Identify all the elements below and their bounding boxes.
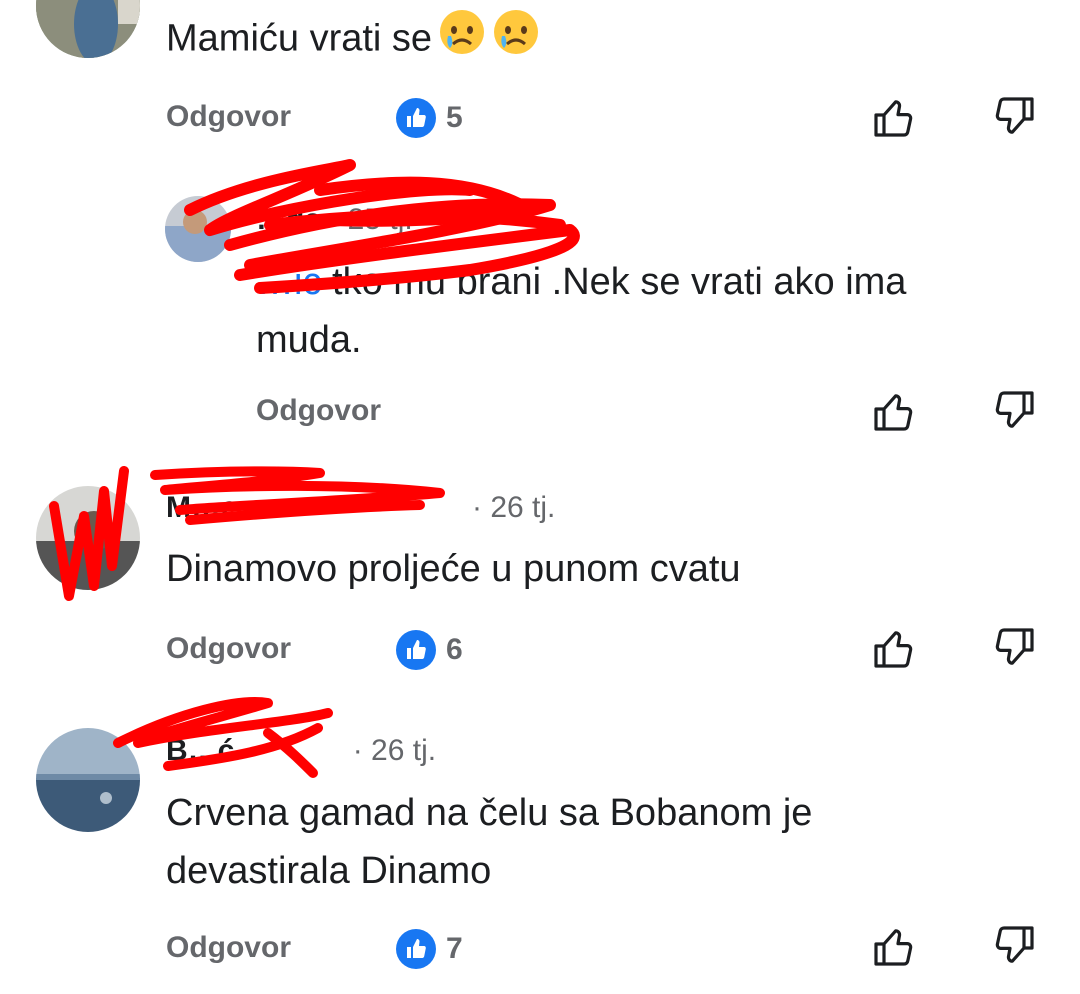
avatar[interactable] <box>165 196 231 262</box>
comment-text: Crvena gamad na čelu sa Bobanom je devas… <box>166 792 813 892</box>
reply-button[interactable]: Odgovor <box>166 931 291 965</box>
reply-button[interactable]: Odgovor <box>256 394 381 428</box>
like-count[interactable]: 7 <box>396 929 463 969</box>
thumbs-down-icon[interactable] <box>992 626 1036 670</box>
author-name[interactable]: …da <box>256 203 321 236</box>
thumbs-down-icon[interactable] <box>992 389 1036 433</box>
thumbs-up-icon[interactable] <box>872 626 916 670</box>
like-count[interactable]: 5 <box>396 98 463 138</box>
thumbs-up-icon[interactable] <box>872 924 916 968</box>
comment-text: Dinamovo proljeće u punom cvatu <box>166 548 741 590</box>
timestamp: · 25 tj. <box>329 203 413 236</box>
comment-meta: B…ć · 26 tj. <box>166 734 436 768</box>
thumbs-down-icon[interactable] <box>992 95 1036 139</box>
thumbs-up-icon[interactable] <box>872 389 916 433</box>
comment-text: …ic tko mu brani .Nek se vrati ako ima m… <box>256 261 907 361</box>
avatar[interactable] <box>36 728 140 832</box>
like-reaction-icon <box>396 630 436 670</box>
avatar[interactable] <box>36 486 140 590</box>
comment-text: Mamiću vrati se <box>166 8 540 73</box>
comment-meta: …da · 25 tj. <box>256 203 413 237</box>
author-name[interactable]: B…ć <box>166 734 234 767</box>
mention-link[interactable]: …ic <box>256 261 321 303</box>
reply-button[interactable]: Odgovor <box>166 100 291 134</box>
like-reaction-icon <box>396 929 436 969</box>
like-reaction-icon <box>396 98 436 138</box>
like-count[interactable]: 6 <box>396 630 463 670</box>
comment-meta: M…c · 26 tj. <box>166 491 555 525</box>
timestamp: · 26 tj. <box>472 491 556 524</box>
avatar[interactable] <box>36 0 140 58</box>
crying-face-emoji <box>438 8 486 73</box>
thumbs-up-icon[interactable] <box>872 95 916 139</box>
crying-face-emoji <box>492 8 540 73</box>
author-name[interactable]: M…c <box>166 491 238 524</box>
timestamp: · 26 tj. <box>352 734 437 767</box>
reply-button[interactable]: Odgovor <box>166 632 291 666</box>
thumbs-down-icon[interactable] <box>992 924 1036 968</box>
